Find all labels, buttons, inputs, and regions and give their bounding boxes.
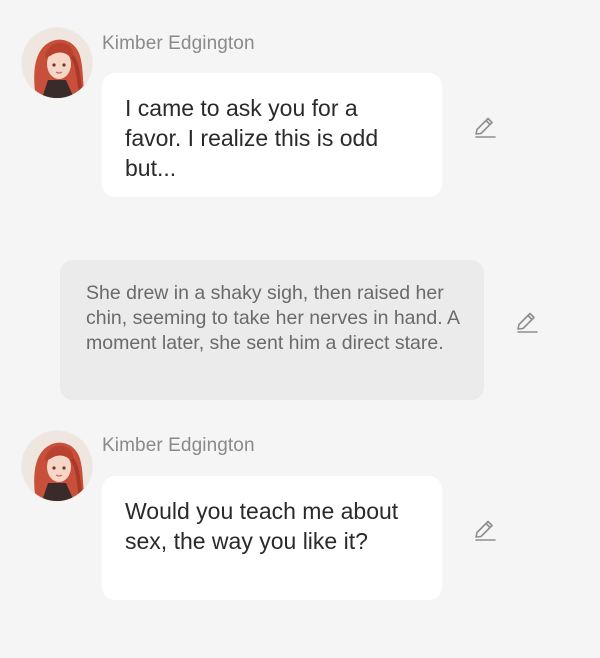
pencil-icon — [475, 520, 496, 541]
avatar[interactable] — [22, 28, 92, 98]
chat-message: Kimber Edgington Would you teach me abou… — [0, 420, 600, 620]
character-avatar-image — [22, 431, 92, 501]
edit-message-button[interactable] — [472, 114, 498, 140]
message-bubble: I came to ask you for a favor. I realize… — [102, 73, 442, 197]
chat-thread: Kimber Edgington I came to ask you for a… — [0, 0, 600, 658]
edit-message-button[interactable] — [472, 517, 498, 543]
edit-message-button[interactable] — [514, 309, 540, 335]
sender-name: Kimber Edgington — [102, 33, 255, 54]
sender-name: Kimber Edgington — [102, 435, 255, 456]
avatar[interactable] — [22, 431, 92, 501]
pencil-icon — [475, 117, 496, 138]
chat-message: Kimber Edgington I came to ask you for a… — [0, 0, 600, 210]
pencil-icon — [517, 312, 538, 333]
message-bubble: Would you teach me about sex, the way yo… — [102, 476, 442, 600]
character-avatar-image — [22, 28, 92, 98]
narration-message: She drew in a shaky sigh, then raised he… — [0, 258, 600, 408]
narration-bubble: She drew in a shaky sigh, then raised he… — [60, 260, 484, 400]
